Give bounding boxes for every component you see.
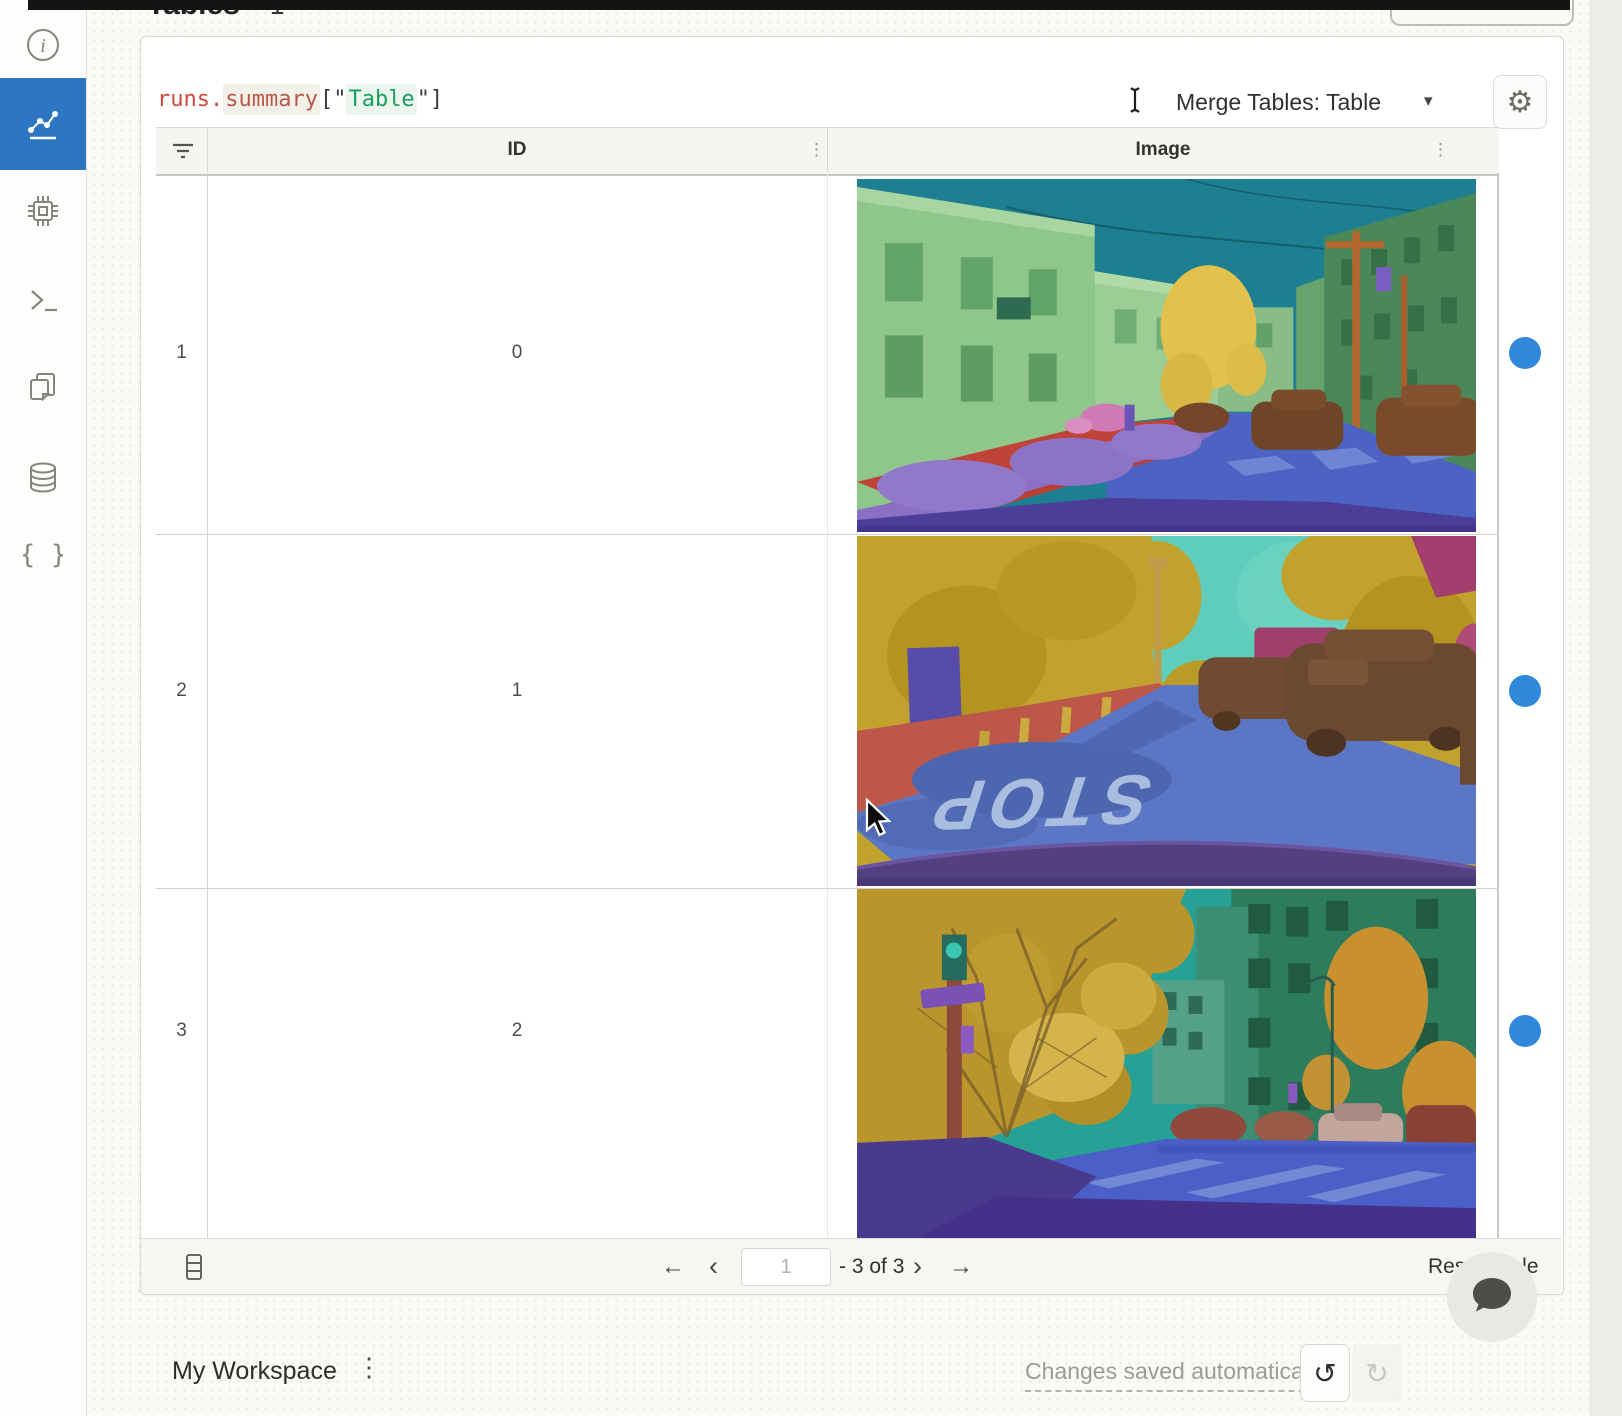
sidebar-item-files[interactable] <box>0 352 86 422</box>
column-header-image[interactable]: Image <box>827 128 1499 172</box>
files-icon <box>23 367 63 407</box>
table-header: ID ⋮ Image ⋮ <box>156 127 1499 176</box>
info-icon: i <box>24 26 62 64</box>
grid-vline <box>827 173 828 1238</box>
prev-page-button[interactable]: ‹ <box>709 1239 718 1294</box>
sidebar-item-overview[interactable]: i <box>0 10 86 80</box>
segmentation-image-2: STOP <box>857 536 1476 886</box>
merge-tables-dropdown[interactable]: Merge Tables: Table <box>1176 89 1381 116</box>
query-open-bracket: [" <box>320 87 347 112</box>
table-panel: runs.summary["Table"] Merge Tables: Tabl… <box>140 36 1564 1295</box>
database-icon <box>23 458 63 498</box>
workspace-title: My Workspace <box>172 1357 337 1386</box>
page-scrollbar[interactable] <box>1590 0 1622 1416</box>
svg-text:i: i <box>40 35 46 57</box>
row-run-dot <box>1509 337 1541 369</box>
workspace-menu-icon[interactable]: ⋮ <box>356 1352 382 1383</box>
first-page-button[interactable]: ← <box>661 1239 685 1294</box>
query-key: Table <box>346 84 416 115</box>
cell-segmentation-image[interactable]: STOP <box>857 536 1476 886</box>
rows-view-icon[interactable] <box>185 1254 203 1285</box>
segmentation-image-1 <box>857 179 1476 532</box>
query-method: summary <box>223 84 320 115</box>
cell-id-value: 2 <box>207 1019 827 1043</box>
panel-settings-button[interactable]: ⚙ <box>1493 75 1547 129</box>
svg-text:STOP: STOP <box>915 759 1161 845</box>
help-chat-button[interactable] <box>1447 1252 1537 1342</box>
panel-query-expression[interactable]: runs.summary["Table"] <box>157 85 443 115</box>
column-menu-icon[interactable]: ⋮ <box>808 128 825 172</box>
cell-segmentation-image[interactable] <box>857 179 1476 532</box>
table-right-border <box>1497 173 1499 1238</box>
query-close-bracket: "] <box>417 87 444 112</box>
query-object: runs. <box>157 87 223 112</box>
top-black-bar <box>28 0 1570 10</box>
svg-text:{ }: { } <box>23 540 63 570</box>
last-page-button[interactable]: → <box>949 1239 973 1294</box>
row-run-dot <box>1509 675 1541 707</box>
row-index: 2 <box>156 679 207 703</box>
cell-id-value: 1 <box>207 679 827 703</box>
braces-icon: { } <box>23 535 63 575</box>
filter-button[interactable] <box>170 138 196 169</box>
column-header-id[interactable]: ID <box>207 128 827 172</box>
next-page-button[interactable]: › <box>913 1239 922 1294</box>
sidebar-item-logs[interactable] <box>0 265 86 335</box>
cpu-chip-icon <box>23 191 63 231</box>
cell-segmentation-image[interactable] <box>857 889 1476 1238</box>
sidebar-item-charts[interactable] <box>0 78 86 170</box>
grid-vline <box>207 173 208 1238</box>
undo-button[interactable]: ↺ <box>1300 1344 1350 1402</box>
column-menu-icon[interactable]: ⋮ <box>1432 128 1449 172</box>
segmentation-image-3 <box>857 889 1476 1238</box>
row-index: 1 <box>156 341 207 365</box>
row-index: 3 <box>156 1019 207 1043</box>
redo-button[interactable]: ↻ <box>1352 1344 1402 1402</box>
undo-icon: ↺ <box>1313 1357 1336 1390</box>
sidebar-item-code[interactable]: { } <box>0 520 86 590</box>
sidebar-item-artifacts[interactable] <box>0 443 86 513</box>
line-chart-icon <box>23 104 63 144</box>
sidebar-item-system[interactable] <box>0 176 86 246</box>
chevron-down-icon[interactable]: ▾ <box>1424 91 1433 111</box>
autosave-status: Changes saved automatically <box>1025 1358 1325 1392</box>
chat-bubble-icon <box>1469 1274 1515 1321</box>
row-run-dot <box>1509 1015 1541 1047</box>
wandb-workspace-page: ▾ Tables1 + Add Panel i <box>0 0 1622 1416</box>
run-sidebar: i <box>0 0 87 1416</box>
cell-id-value: 0 <box>207 341 827 365</box>
page-range-label: - 3 of 3 <box>839 1239 904 1294</box>
row-divider <box>156 534 1499 535</box>
redo-icon: ↻ <box>1365 1357 1388 1390</box>
terminal-icon <box>23 280 63 320</box>
page-number-input[interactable] <box>741 1248 831 1286</box>
text-cursor <box>1126 85 1144 120</box>
gear-icon: ⚙ <box>1507 85 1534 120</box>
table-pagination-bar: ← ‹ - 3 of 3 › → Reset Table <box>141 1238 1561 1294</box>
